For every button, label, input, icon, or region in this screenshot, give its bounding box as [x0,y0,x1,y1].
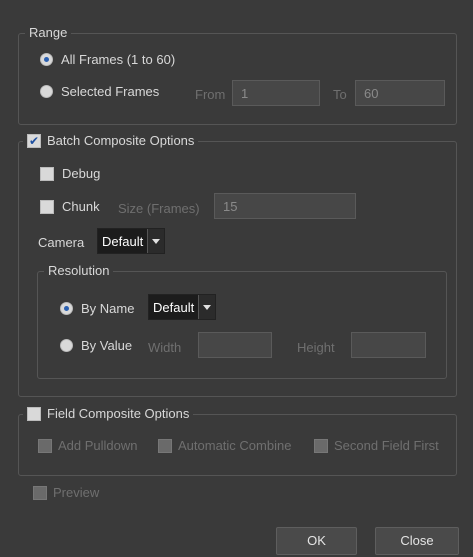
from-label: From [195,87,226,102]
debug-checkbox[interactable] [40,166,54,181]
to-field[interactable]: 60 [355,80,445,106]
width-label: Width [148,340,182,355]
automatic-combine-label: Automatic Combine [178,438,292,453]
debug-label: Debug [62,166,101,181]
size-frames-field[interactable]: 15 [214,193,356,219]
preview-row: Preview [33,485,99,500]
all-frames-radio[interactable]: All Frames (1 to 60) [40,52,175,67]
selected-frames-label: Selected Frames [61,84,160,99]
field-composite-header: Field Composite Options [23,406,194,421]
close-button[interactable]: Close [375,527,459,555]
add-pulldown-row: Add Pulldown [38,438,138,453]
batch-composite-title: Batch Composite Options [47,133,195,148]
add-pulldown-label: Add Pulldown [58,438,138,453]
field-composite-checkbox[interactable] [27,406,41,421]
second-field-first-checkbox [314,438,328,453]
camera-label: Camera [38,235,85,250]
chunk-checkbox[interactable] [40,199,54,214]
range-title: Range [25,25,72,40]
batch-composite-header: ✔ Batch Composite Options [23,133,199,148]
all-frames-label: All Frames (1 to 60) [61,52,176,67]
height-field[interactable] [351,332,426,358]
chunk-checkbox-row[interactable]: Chunk [40,199,100,214]
from-field[interactable]: 1 [232,80,320,106]
automatic-combine-checkbox [158,438,172,453]
by-name-label: By Name [81,301,135,316]
chunk-label: Chunk [62,199,100,214]
resolution-group: Resolution [37,263,447,379]
preview-checkbox [33,485,47,500]
second-field-first-label: Second Field First [334,438,439,453]
resolution-name-value: Default [149,295,199,319]
chevron-down-icon[interactable] [147,229,165,253]
radio-button[interactable] [60,339,73,352]
automatic-combine-row: Automatic Combine [158,438,291,453]
ok-button[interactable]: OK [276,527,357,555]
chevron-down-icon[interactable] [198,295,216,319]
range-group: Range [18,25,457,125]
by-name-radio[interactable]: By Name [60,301,134,316]
height-label: Height [297,340,335,355]
resolution-name-dropdown[interactable]: Default [148,294,217,320]
by-value-radio[interactable]: By Value [60,338,132,353]
radio-button[interactable] [40,85,53,98]
selected-frames-radio[interactable]: Selected Frames [40,84,159,99]
camera-dropdown[interactable]: Default [97,228,166,254]
preview-label: Preview [53,485,100,500]
field-composite-title: Field Composite Options [47,406,190,421]
batch-composite-checkbox[interactable]: ✔ [27,133,41,148]
resolution-title: Resolution [44,263,114,278]
size-frames-label: Size (Frames) [118,201,200,216]
width-field[interactable] [198,332,272,358]
radio-button[interactable] [40,53,53,66]
to-label: To [333,87,347,102]
camera-value: Default [98,229,148,253]
radio-button[interactable] [60,302,73,315]
debug-checkbox-row[interactable]: Debug [40,166,100,181]
add-pulldown-checkbox [38,438,52,453]
second-field-first-row: Second Field First [314,438,439,453]
by-value-label: By Value [81,338,133,353]
